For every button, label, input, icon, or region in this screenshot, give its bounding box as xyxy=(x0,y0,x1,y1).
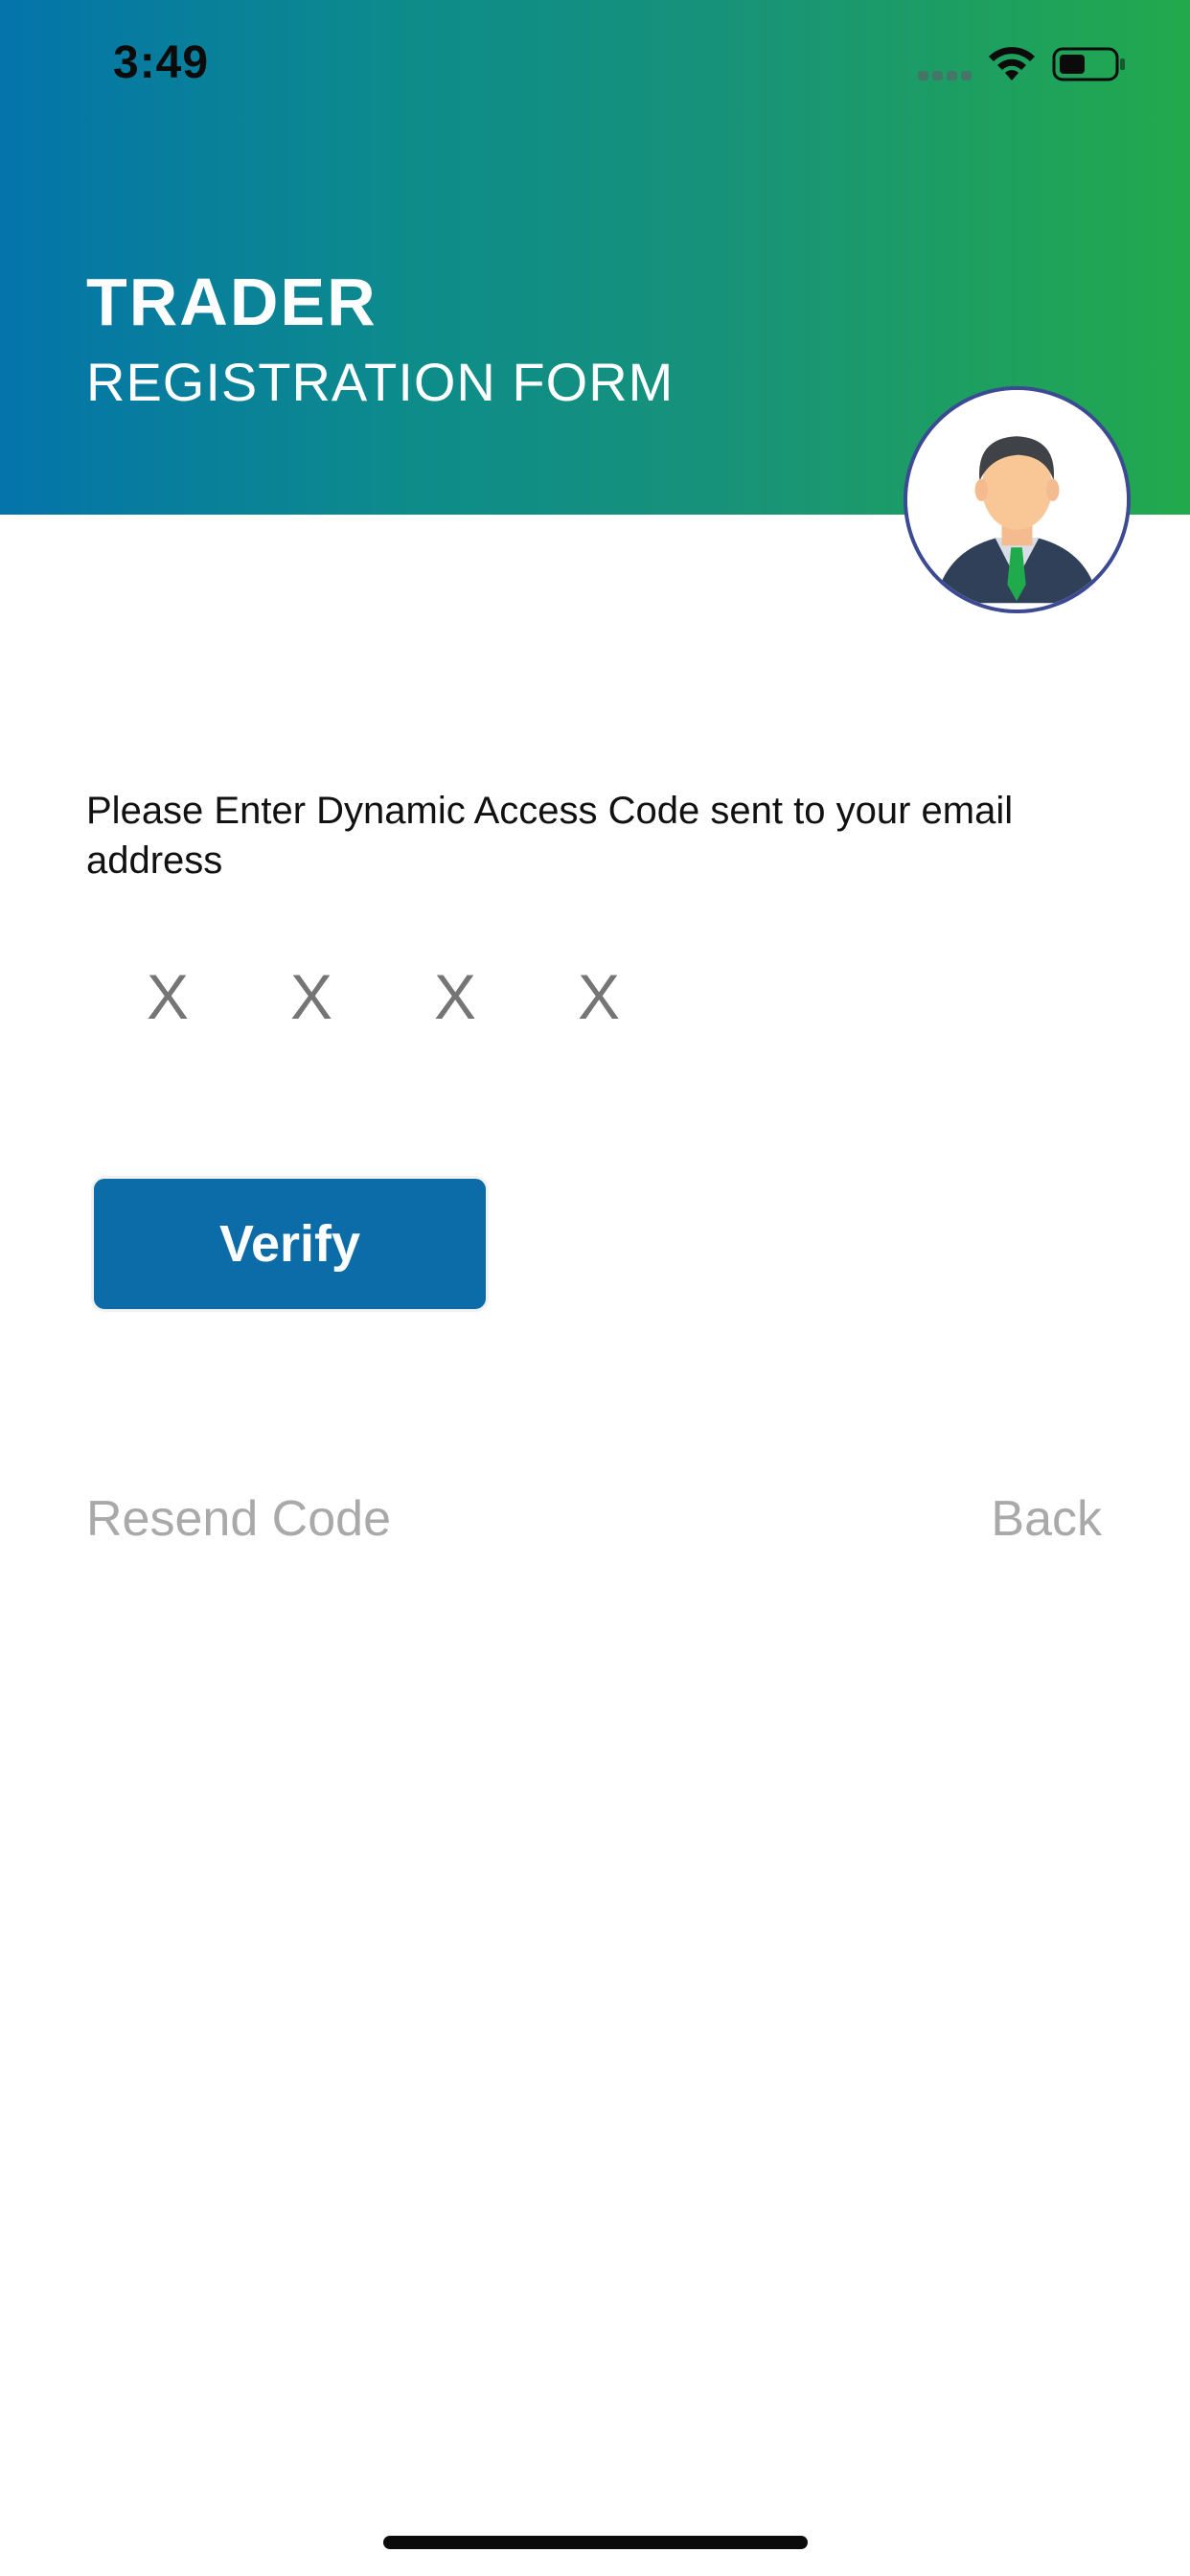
home-indicator[interactable] xyxy=(383,2536,808,2549)
wifi-icon xyxy=(989,47,1035,80)
registration-screen: 3:49 TRADER REGISTRATION FORM Please Ent… xyxy=(0,0,1190,2576)
code-digit-3-input[interactable] xyxy=(422,958,489,1035)
resend-code-link[interactable]: Resend Code xyxy=(86,1490,391,1548)
status-time: 3:49 xyxy=(113,37,210,88)
cellular-signal-icon xyxy=(918,71,973,82)
code-digit-2-input[interactable] xyxy=(278,958,345,1035)
page-subtitle: REGISTRATION FORM xyxy=(86,352,675,412)
back-link[interactable]: Back xyxy=(991,1490,1102,1548)
status-bar: 3:49 xyxy=(0,0,1190,129)
avatar xyxy=(904,386,1131,613)
code-digit-1-input[interactable] xyxy=(134,958,201,1035)
verify-button[interactable]: Verify xyxy=(91,1176,489,1312)
verify-button-label: Verify xyxy=(218,1215,361,1273)
battery-icon xyxy=(1052,47,1125,81)
businessman-avatar-icon xyxy=(907,390,1127,610)
page-title: TRADER xyxy=(86,264,378,339)
code-digit-4-input[interactable] xyxy=(565,958,632,1035)
instruction-text: Please Enter Dynamic Access Code sent to… xyxy=(86,790,1014,882)
